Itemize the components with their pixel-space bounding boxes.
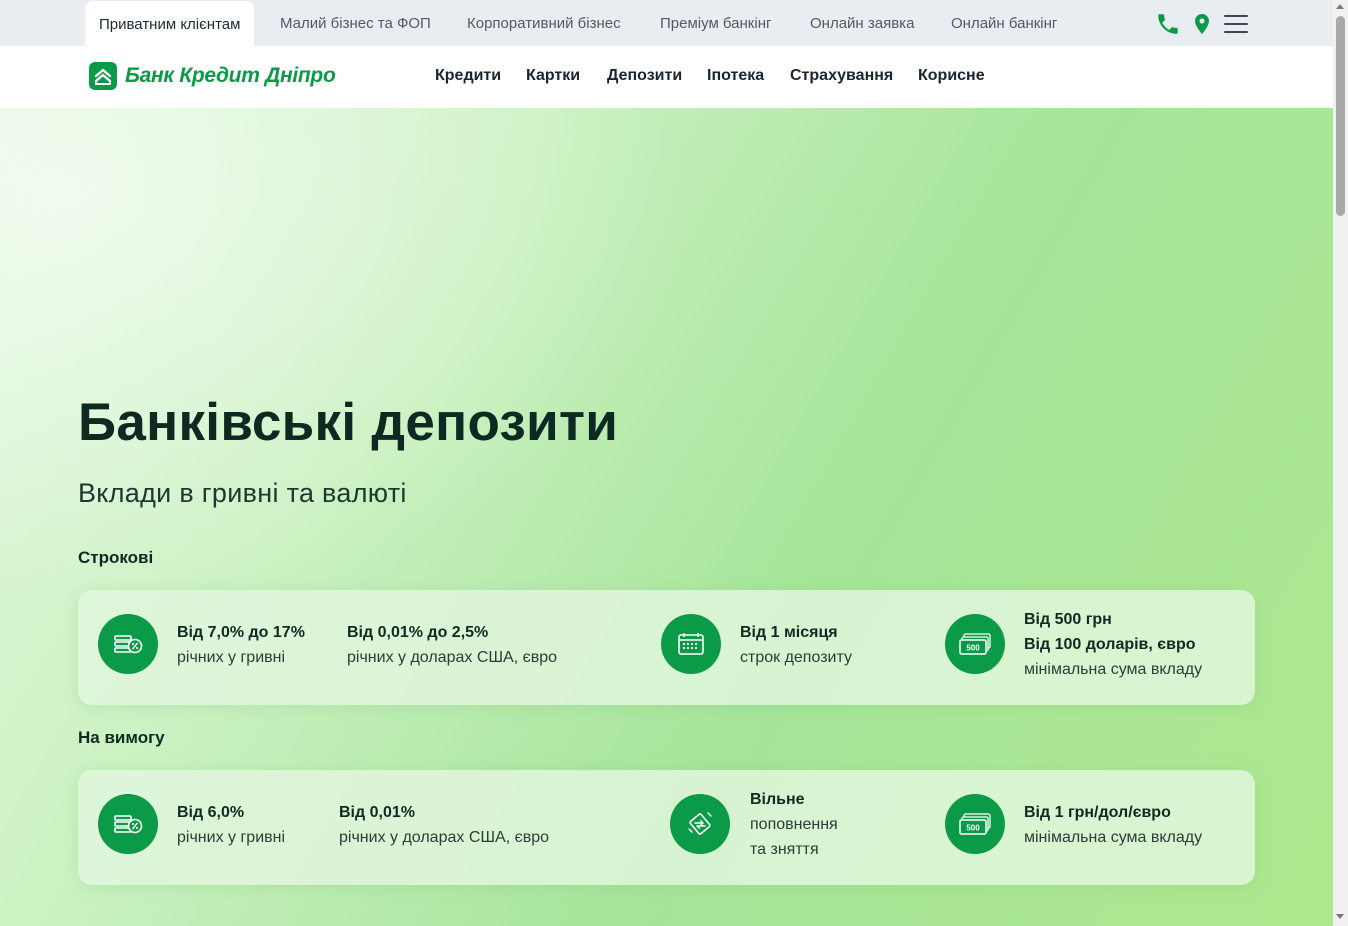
main-header: Банк Кредит Дніпро Кредити Картки Депози… <box>0 46 1333 108</box>
scroll-down-arrow-icon[interactable] <box>1336 914 1344 919</box>
demand-min-amount: Від 1 грн/дол/євро мінімальна сума вклад… <box>1024 800 1202 850</box>
transfer-arrows-icon <box>670 794 730 854</box>
demand-min-amount-value: Від 1 грн/дол/євро <box>1024 804 1171 821</box>
demand-free-access-line2: та зняття <box>750 841 819 858</box>
demand-min-amount-caption: мінімальна сума вкладу <box>1024 829 1203 846</box>
money-percent-icon <box>98 794 158 854</box>
segment-tab-small-business[interactable]: Малий бізнес та ФОП <box>280 0 431 46</box>
section-label-demand: На вимогу <box>78 728 165 747</box>
page-subtitle: Вклади в гривні та валюті <box>78 478 407 508</box>
demand-rate-uah-caption: річних у гривні <box>177 829 286 846</box>
term-rate-uah-value: Від 7,0% до 17% <box>177 624 305 641</box>
nav-item-useful[interactable]: Корисне <box>918 67 985 85</box>
page-title: Банківські депозити <box>78 393 619 452</box>
segment-tab-corporate[interactable]: Корпоративний бізнес <box>467 0 621 46</box>
page-scrollbar[interactable] <box>1333 0 1348 926</box>
section-label-term: Строкові <box>78 548 154 567</box>
nav-item-credits[interactable]: Кредити <box>435 67 501 85</box>
term-rate-usd-eur-caption: річних у доларах США, євро <box>347 649 558 666</box>
nav-item-mortgage[interactable]: Іпотека <box>707 67 764 85</box>
scroll-up-arrow-icon[interactable] <box>1336 4 1344 9</box>
term-min-amount-caption: мінімальна сума вкладу <box>1024 661 1203 678</box>
term-min-amount-fx: Від 100 доларів, євро <box>1024 636 1196 653</box>
demand-free-access-value: Вільне <box>750 791 805 808</box>
banknote-denomination: 500 <box>966 644 980 653</box>
term-deposit-card: Від 7,0% до 17% річних у гривні Від 0,01… <box>78 590 1255 705</box>
location-pin-icon[interactable] <box>1190 11 1216 37</box>
segment-tab-online-banking[interactable]: Онлайн банкінг <box>951 0 1057 46</box>
demand-rate-uah: Від 6,0% річних у гривні <box>177 800 285 850</box>
bank-logo-text: Банк Кредит Дніпро <box>125 64 336 87</box>
nav-item-cards[interactable]: Картки <box>526 67 580 85</box>
term-min-amount-uah: Від 500 грн <box>1024 611 1112 628</box>
banknote-500-icon: 500 <box>945 794 1005 854</box>
banknote-500-icon: 500 <box>945 614 1005 674</box>
money-percent-icon <box>98 614 158 674</box>
term-rate-uah-caption: річних у гривні <box>177 649 286 666</box>
demand-rate-usd-eur-caption: річних у доларах США, євро <box>339 829 550 846</box>
term-min-amount: Від 500 грн Від 100 доларів, євро мініма… <box>1024 607 1202 682</box>
demand-deposit-card: Від 6,0% річних у гривні Від 0,01% річни… <box>78 770 1255 885</box>
hamburger-menu-icon[interactable] <box>1223 11 1249 37</box>
bank-logo-icon <box>89 62 117 90</box>
phone-icon[interactable] <box>1155 11 1181 37</box>
demand-rate-usd-eur: Від 0,01% річних у доларах США, євро <box>339 800 549 850</box>
banknote-denomination: 500 <box>966 824 980 833</box>
term-rate-usd-eur: Від 0,01% до 2,5% річних у доларах США, … <box>347 620 557 670</box>
term-rate-usd-eur-value: Від 0,01% до 2,5% <box>347 624 489 641</box>
demand-rate-uah-value: Від 6,0% <box>177 804 245 821</box>
demand-free-access-line1: поповнення <box>750 816 838 833</box>
segment-bar: Приватним клієнтам Малий бізнес та ФОП К… <box>0 0 1333 46</box>
term-duration: Від 1 місяця строк депозиту <box>740 620 852 670</box>
segment-tab-online-application[interactable]: Онлайн заявка <box>810 0 914 46</box>
segment-tab-private-clients[interactable]: Приватним клієнтам <box>85 1 255 46</box>
term-rate-uah: Від 7,0% до 17% річних у гривні <box>177 620 305 670</box>
nav-item-deposits[interactable]: Депозити <box>607 67 682 85</box>
segment-tab-premium[interactable]: Преміум банкінг <box>660 0 771 46</box>
scrollbar-thumb[interactable] <box>1336 16 1345 216</box>
hero-section: Банківські депозити Вклади в гривні та в… <box>0 108 1333 926</box>
demand-rate-usd-eur-value: Від 0,01% <box>339 804 415 821</box>
term-duration-value: Від 1 місяця <box>740 624 838 641</box>
demand-free-access: Вільне поповнення та зняття <box>750 787 838 862</box>
nav-item-insurance[interactable]: Страхування <box>790 67 893 85</box>
term-duration-caption: строк депозиту <box>740 649 852 666</box>
calendar-icon <box>661 614 721 674</box>
